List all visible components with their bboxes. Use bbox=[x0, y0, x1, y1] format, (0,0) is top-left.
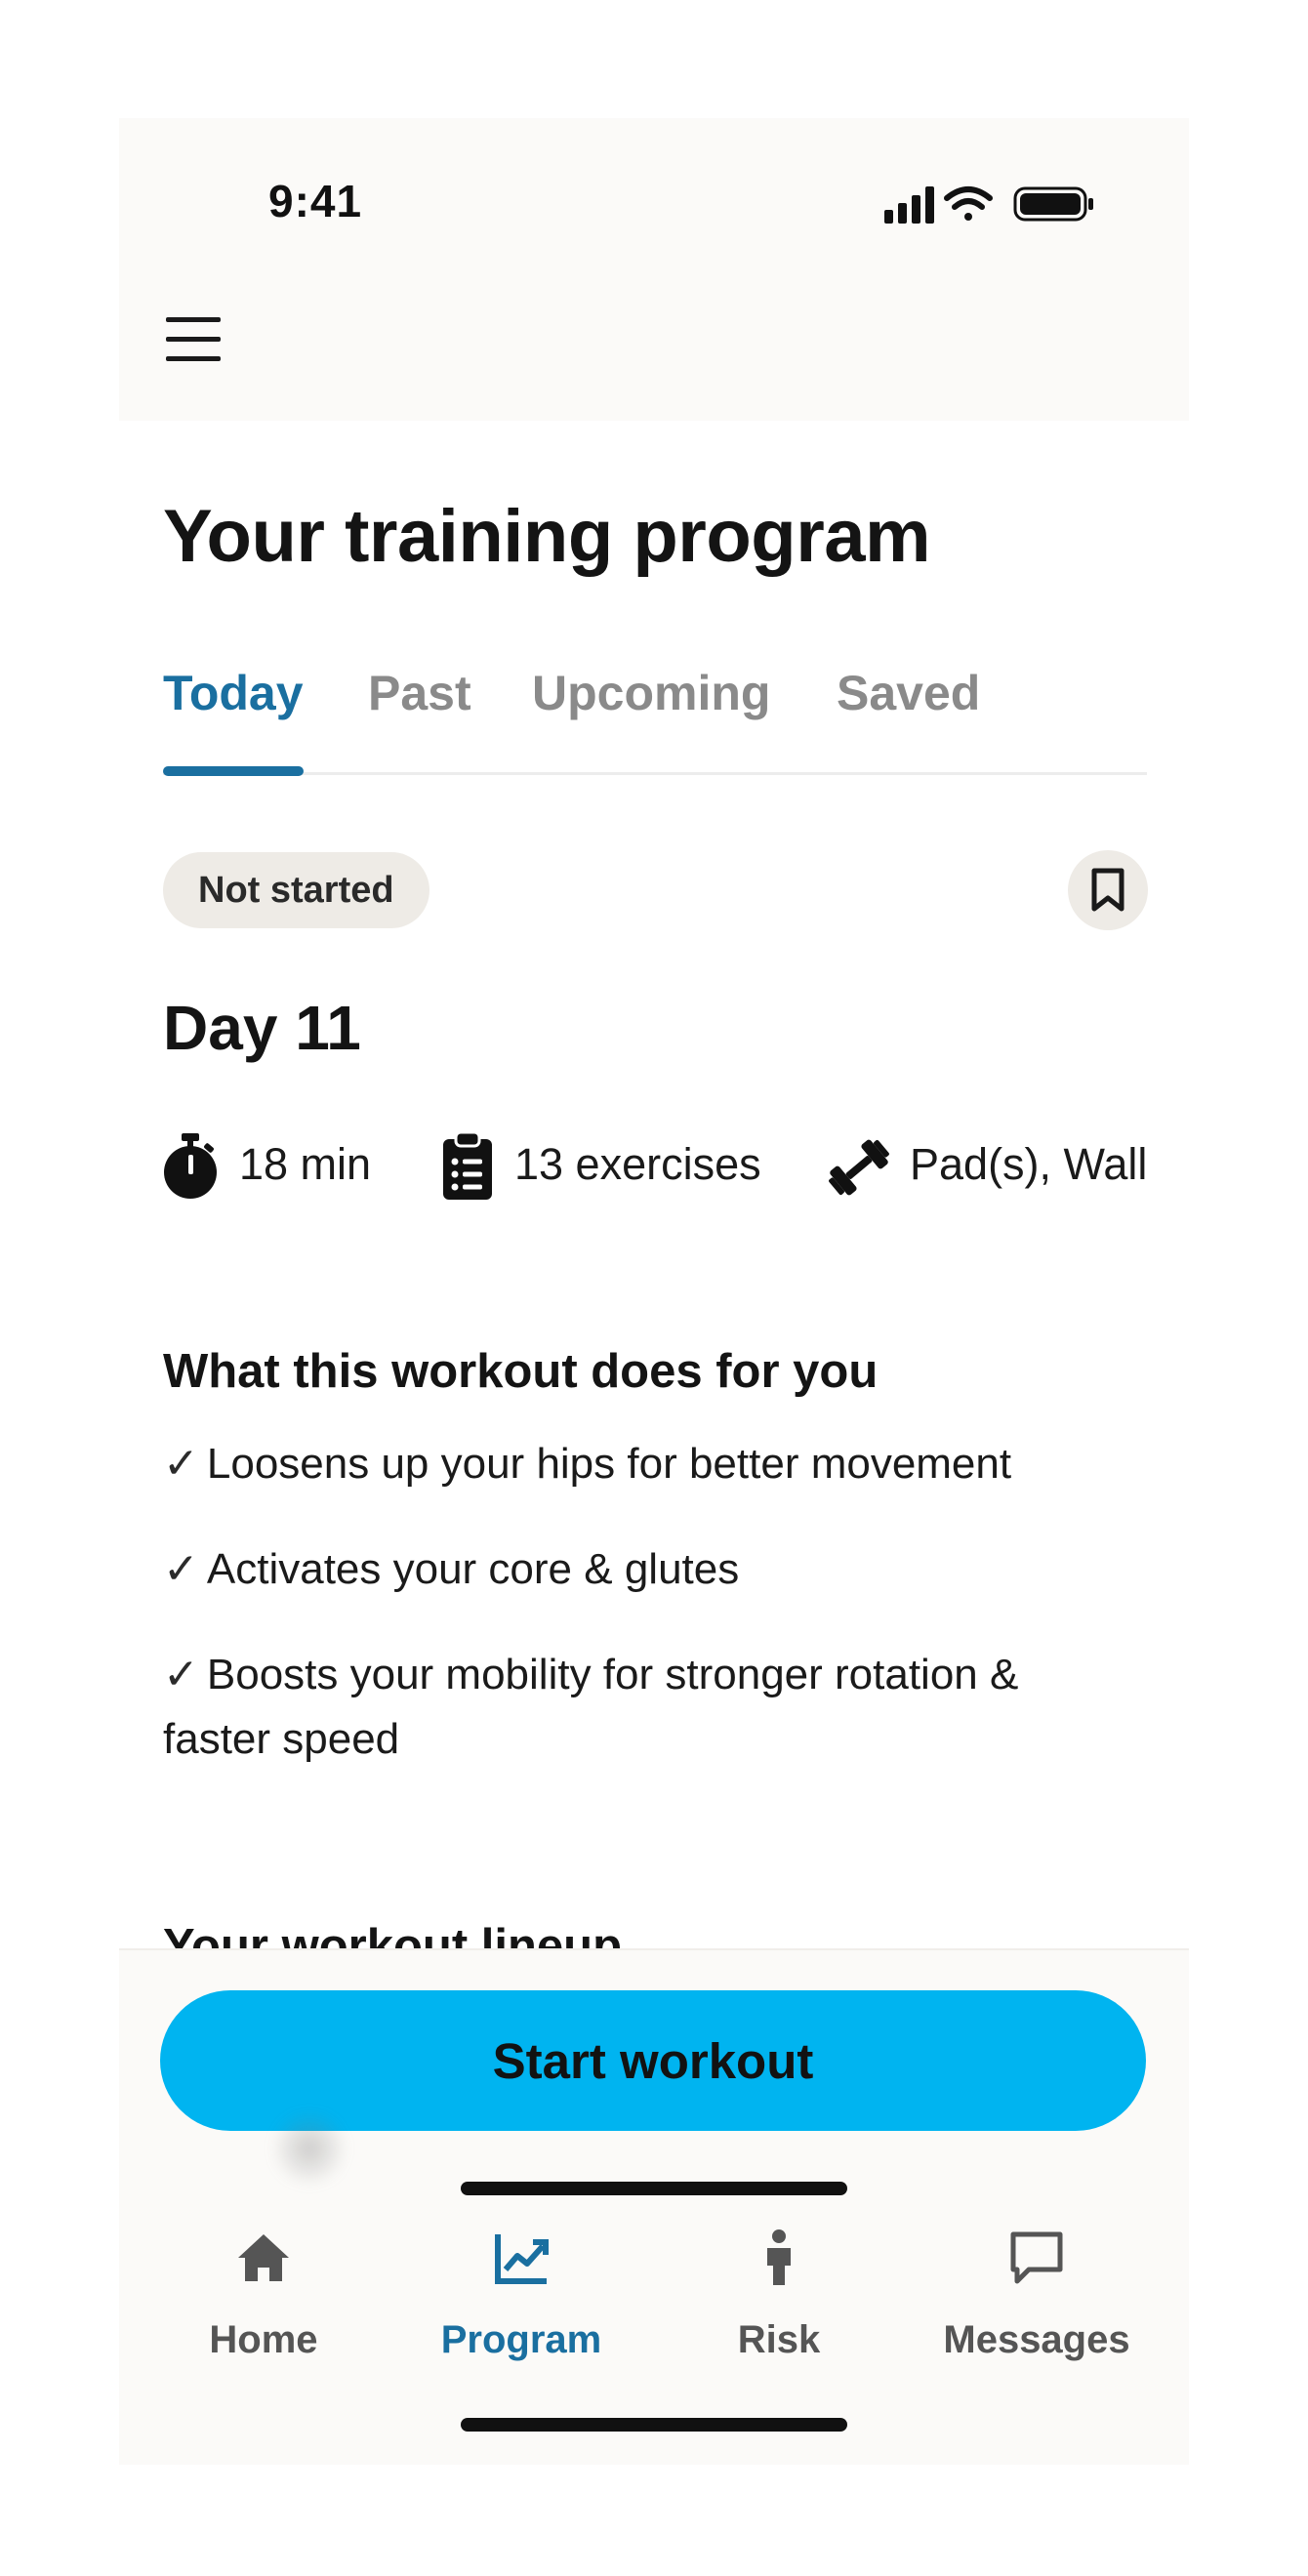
status-time: 9:41 bbox=[268, 176, 363, 226]
tab-past[interactable]: Past bbox=[368, 665, 471, 721]
benefits-title: What this workout does for you bbox=[163, 1345, 879, 1398]
tab-upcoming[interactable]: Upcoming bbox=[532, 665, 770, 721]
bookmark-icon bbox=[1091, 868, 1124, 912]
bottom-area: Start workout Home Program Risk Messages bbox=[119, 1948, 1189, 2465]
menu-icon bbox=[166, 317, 221, 322]
nav-messages[interactable]: Messages bbox=[908, 2228, 1165, 2385]
message-icon bbox=[1010, 2231, 1063, 2284]
benefits-list: ✓ Loosens up your hips for better movemen… bbox=[163, 1432, 1149, 1813]
status-icons bbox=[884, 186, 1093, 224]
battery-icon bbox=[1013, 186, 1093, 222]
benefit-item: ✓ Activates your core & glutes bbox=[163, 1545, 740, 1593]
app-screen: 9:41 Your training program Today Past Up… bbox=[119, 118, 1189, 2465]
benefit-item: ✓ Loosens up your hips for better movemen… bbox=[163, 1440, 1012, 1488]
nav-program[interactable]: Program bbox=[392, 2228, 650, 2385]
home-icon bbox=[238, 2234, 289, 2281]
active-tab-indicator bbox=[163, 766, 304, 776]
exercises-meta: 13 exercises bbox=[441, 1131, 773, 1209]
checkmark-icon: ✓ bbox=[163, 1440, 199, 1488]
equipment-text: Pad(s), Wall bbox=[910, 1139, 1148, 1189]
nav-home[interactable]: Home bbox=[135, 2228, 392, 2385]
exercises-text: 13 exercises bbox=[514, 1139, 761, 1189]
home-indicator bbox=[461, 2182, 847, 2195]
duration-text: 18 min bbox=[239, 1139, 372, 1189]
checkmark-icon: ✓ bbox=[163, 1651, 199, 1698]
dumbbell-icon bbox=[829, 1139, 889, 1196]
benefit-item: ✓ Boosts your mobility for stronger rotat… bbox=[163, 1651, 1019, 1763]
checkmark-icon: ✓ bbox=[163, 1545, 199, 1593]
nav-risk[interactable]: Risk bbox=[650, 2228, 908, 2385]
tab-saved[interactable]: Saved bbox=[837, 665, 980, 721]
person-icon bbox=[767, 2229, 791, 2285]
chart-icon bbox=[495, 2234, 549, 2284]
wifi-icon bbox=[944, 186, 993, 221]
cursor-shadow bbox=[270, 2109, 348, 2188]
menu-button[interactable] bbox=[160, 311, 230, 370]
page-title: Your training program bbox=[163, 495, 931, 578]
home-indicator bbox=[461, 2418, 847, 2432]
signal-icon bbox=[884, 186, 934, 224]
equipment-meta: Pad(s), Wall bbox=[827, 1131, 1159, 1209]
bottom-nav: Home Program Risk Messages bbox=[119, 2228, 1189, 2404]
clipboard-list-icon bbox=[443, 1131, 492, 1200]
bookmark-button[interactable] bbox=[1068, 850, 1148, 930]
duration-meta: 18 min bbox=[161, 1131, 386, 1209]
stopwatch-icon bbox=[164, 1133, 217, 1199]
status-badge: Not started bbox=[163, 852, 429, 928]
top-bar: 9:41 bbox=[119, 118, 1189, 421]
tab-bar: Today Past Upcoming Saved bbox=[163, 665, 1147, 776]
day-title: Day 11 bbox=[163, 993, 361, 1063]
tab-today[interactable]: Today bbox=[163, 665, 304, 721]
